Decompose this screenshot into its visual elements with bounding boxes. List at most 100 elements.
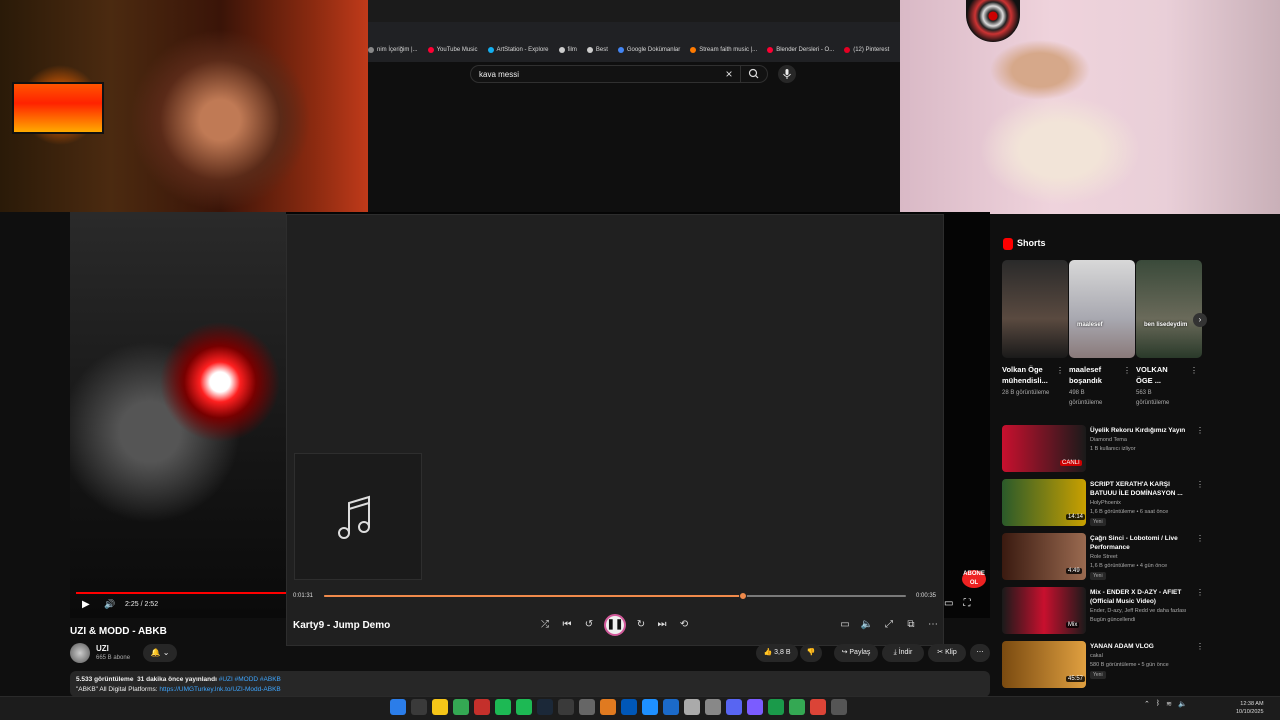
more-icon[interactable]: ⋮ <box>1123 366 1131 375</box>
taskbar-app-icon[interactable] <box>390 699 406 715</box>
video-title-link[interactable]: Çağrı Sinci - Lobotomi / Live Performanc… <box>1090 534 1190 552</box>
taskbar-app-icon[interactable] <box>747 699 763 715</box>
channel-name[interactable]: Role Street <box>1090 553 1190 562</box>
miniplayer-icon[interactable]: ▭ <box>944 598 953 612</box>
more-icon[interactable]: ⋮ <box>1196 426 1204 435</box>
short-title[interactable]: maalesef boşandık <box>1069 364 1119 386</box>
more-icon[interactable]: ⋮ <box>1190 366 1198 375</box>
like-button[interactable]: 👍 3,8 B <box>756 644 798 662</box>
taskbar-app-icon[interactable] <box>474 699 490 715</box>
forward-icon[interactable]: ↻ <box>633 618 649 632</box>
taskbar-app-icon[interactable] <box>789 699 805 715</box>
taskbar-app-icon[interactable] <box>768 699 784 715</box>
captions-icon[interactable]: ▭ <box>837 618 853 632</box>
fullscreen-icon[interactable]: ⛶ <box>963 598 970 612</box>
bookmark-favicon-icon <box>690 47 697 53</box>
video-title-link[interactable]: SCRIPT XERATH'A KARŞI BATUUU İLE DOMİNAS… <box>1090 480 1190 498</box>
channel-name[interactable]: HolyPhoenix <box>1090 499 1190 508</box>
bookmark-item[interactable]: Blender Dersleri - O... <box>767 47 834 53</box>
more-icon[interactable]: ⋮ <box>1196 642 1204 651</box>
avatar[interactable] <box>70 643 90 663</box>
wifi-icon[interactable]: ≋ <box>1166 700 1172 708</box>
video-progress-bar[interactable] <box>76 592 286 594</box>
bookmark-item[interactable]: Stream faith music |... <box>690 47 757 53</box>
system-tray: ⌃ ᛒ ≋ 🔈 <box>1144 700 1187 708</box>
bookmark-item[interactable]: nim İçeriğim |... <box>368 47 418 53</box>
taskbar-app-icon[interactable] <box>432 699 448 715</box>
taskbar-app-icon[interactable] <box>684 699 700 715</box>
volume-icon[interactable]: 🔈 <box>859 618 875 632</box>
bookmark-item[interactable]: Best <box>586 47 608 53</box>
taskbar-app-icon[interactable] <box>705 699 721 715</box>
bookmark-item[interactable]: (12) Pinterest <box>844 47 889 53</box>
description-box[interactable] <box>70 671 990 697</box>
bookmark-label: film <box>567 47 577 53</box>
previous-icon[interactable]: ⏮ <box>559 618 575 632</box>
short-caption: ben lisedeydim <box>1144 322 1188 328</box>
short-thumbnail[interactable]: ben lisedeydim <box>1136 260 1202 358</box>
download-button[interactable]: ⤓ İndir <box>882 644 924 662</box>
dislike-button[interactable]: 👎 <box>800 644 822 662</box>
taskbar-app-icon[interactable] <box>537 699 553 715</box>
play-icon[interactable]: ▶ <box>82 599 94 611</box>
taskbar-app-icon[interactable] <box>831 699 847 715</box>
taskbar-app-icon[interactable] <box>726 699 742 715</box>
more-options-icon[interactable]: ⋯ <box>925 618 941 632</box>
video-title-link[interactable]: Mix - ENDER X D-AZY - AFIET (Official Mu… <box>1090 588 1190 606</box>
taskbar-app-icon[interactable] <box>516 699 532 715</box>
volume-icon[interactable]: 🔊 <box>104 599 118 611</box>
short-thumbnail[interactable]: maalesef <box>1069 260 1135 358</box>
notification-bell-button[interactable]: 🔔 ⌄ <box>143 644 177 662</box>
more-icon[interactable]: ⋮ <box>1196 534 1204 543</box>
taskbar-app-icon[interactable] <box>621 699 637 715</box>
taskbar-app-icon[interactable] <box>810 699 826 715</box>
clock[interactable]: 12:38 AM 10/10/2025 <box>1236 700 1264 716</box>
tab-strip[interactable] <box>368 0 900 22</box>
taskbar-app-icon[interactable] <box>558 699 574 715</box>
close-icon[interactable]: × <box>722 66 736 82</box>
video-frame[interactable] <box>70 212 286 618</box>
taskbar-app-icon[interactable] <box>453 699 469 715</box>
taskbar-app-icon[interactable] <box>642 699 658 715</box>
taskbar-app-icon[interactable] <box>579 699 595 715</box>
clip-button[interactable]: ✂ Klip <box>928 644 966 662</box>
taskbar-app-icon[interactable] <box>663 699 679 715</box>
taskbar-app-icon[interactable] <box>411 699 427 715</box>
more-actions-button[interactable]: ⋯ <box>970 644 990 662</box>
short-title[interactable]: Volkan Öge mühendisli... <box>1002 364 1052 386</box>
short-title[interactable]: VOLKAN ÖGE ... <box>1136 364 1186 386</box>
more-icon[interactable]: ⋮ <box>1196 588 1204 597</box>
share-button[interactable]: ↪ Paylaş <box>834 644 878 662</box>
fullscreen-icon[interactable]: ⤢ <box>881 618 897 632</box>
channel-name[interactable]: Diamond Tema <box>1090 436 1190 445</box>
mini-mode-icon[interactable]: ⧉ <box>903 618 919 632</box>
taskbar-app-icon[interactable] <box>600 699 616 715</box>
taskbar-app-icon[interactable] <box>495 699 511 715</box>
bookmark-item[interactable]: YouTube Music <box>427 47 478 53</box>
shuffle-icon[interactable]: ⤮ <box>537 618 553 632</box>
video-title-link[interactable]: Üyelik Rekoru Kırdığımız Yayın <box>1090 426 1190 435</box>
search-button[interactable] <box>740 65 766 83</box>
bookmark-item[interactable]: Google Dokümanlar <box>617 47 680 53</box>
bookmark-item[interactable]: ArtStation - Explore <box>487 47 549 53</box>
mic-button[interactable] <box>778 65 796 83</box>
short-thumbnail[interactable] <box>1002 260 1068 358</box>
repeat-off-icon[interactable]: ⟲ <box>676 618 692 632</box>
description-link[interactable]: https://UMGTurkey.lnk.to/UZI-Modd-ABKB <box>159 686 280 693</box>
seek-thumb[interactable] <box>739 592 747 600</box>
more-icon[interactable]: ⋮ <box>1056 366 1064 375</box>
more-icon[interactable]: ⋮ <box>1196 480 1204 489</box>
pause-button[interactable]: ❚❚ <box>604 614 626 636</box>
channel-name[interactable]: Ender, D-azy, Jeff Redd ve daha fazlası <box>1090 607 1190 616</box>
bookmark-item[interactable]: film <box>558 47 577 53</box>
volume-icon[interactable]: 🔈 <box>1178 700 1187 708</box>
chevron-up-icon[interactable]: ⌃ <box>1144 700 1150 708</box>
channel-name[interactable]: UZI <box>96 644 109 653</box>
bluetooth-icon[interactable]: ᛒ <box>1156 700 1160 708</box>
rewind-icon[interactable]: ↺ <box>581 618 597 632</box>
channel-name[interactable]: cakal <box>1090 652 1190 661</box>
shorts-next-button[interactable]: › <box>1193 313 1207 327</box>
next-icon[interactable]: ⏭ <box>654 618 670 632</box>
player-right-controls: ▭ ⛶ <box>944 598 984 612</box>
video-title-link[interactable]: YANAN ADAM VLOG <box>1090 642 1190 651</box>
